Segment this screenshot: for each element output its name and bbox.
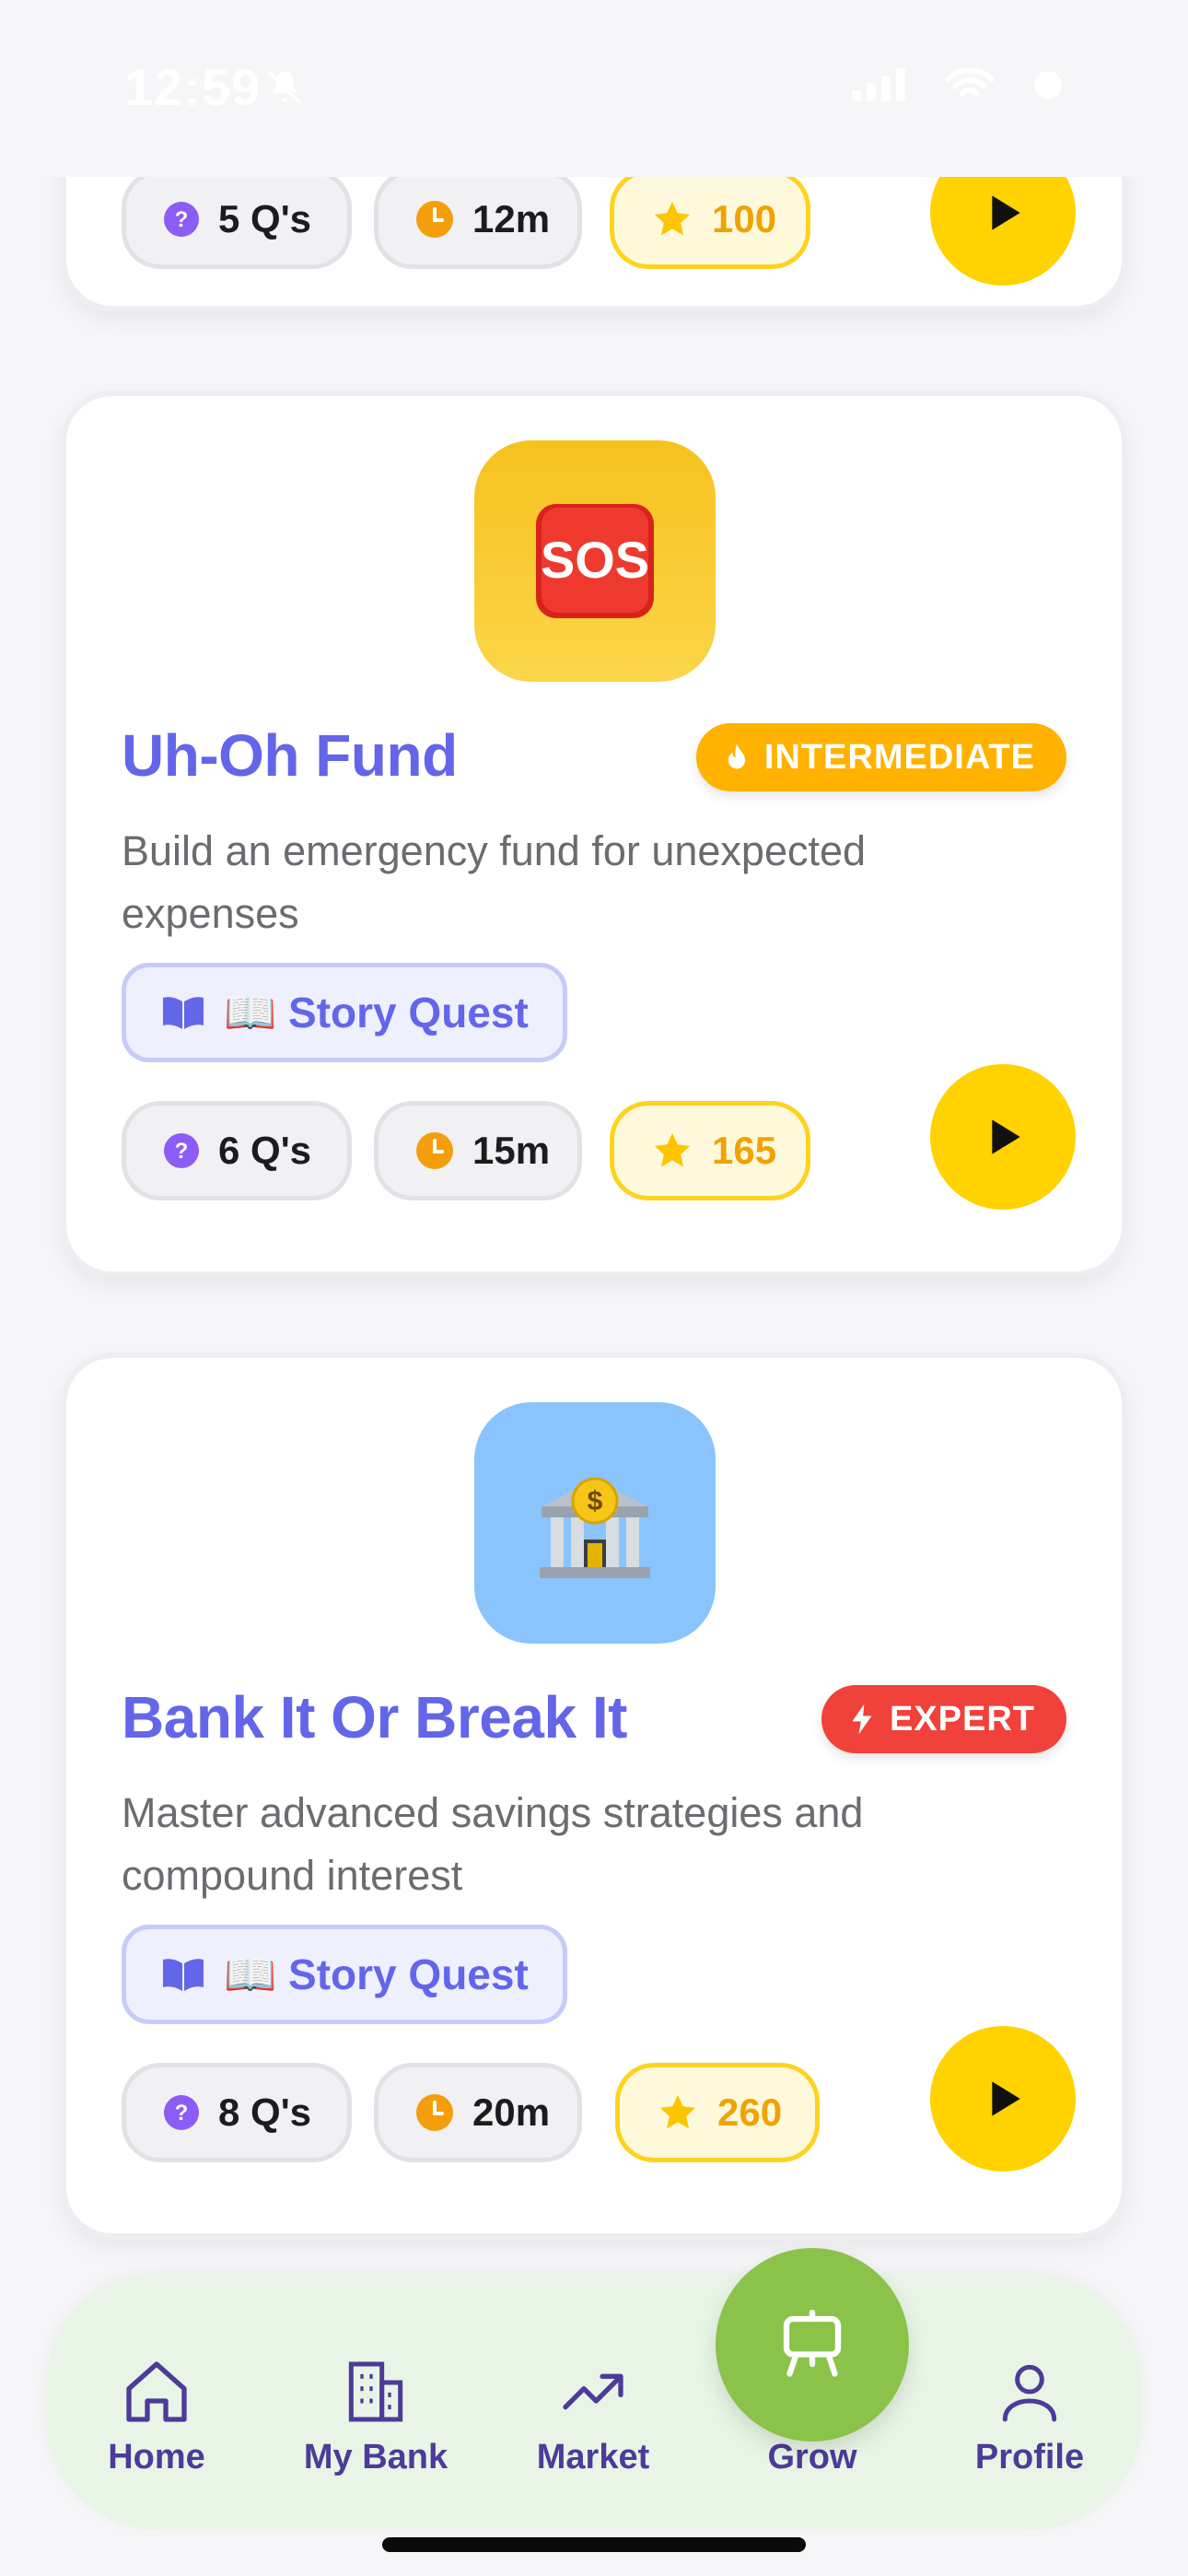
play-icon [992, 195, 1020, 230]
time-pill: 20m [374, 2063, 582, 2162]
time-pill: 12m [374, 170, 582, 269]
quest-description: Master advanced savings strategies and c… [122, 1789, 864, 1899]
questions-count: 8 Q's [218, 2090, 312, 2134]
sos-icon: SOS [536, 504, 654, 618]
tab-market[interactable]: Market [501, 2355, 685, 2477]
home-icon [126, 2361, 187, 2422]
trending-up-icon [563, 2373, 623, 2410]
quest-description: Build an emergency fund for unexpected e… [122, 827, 867, 937]
bank-icon: $ [540, 1477, 650, 1578]
tab-profile[interactable]: Profile [938, 2355, 1122, 2477]
play-button[interactable] [930, 1064, 1076, 1210]
status-icons [852, 66, 1064, 103]
points-value: 260 [717, 2090, 783, 2134]
questions-pill: ? 5 Q's [122, 170, 352, 269]
tab-home[interactable]: Home [64, 2355, 249, 2477]
wifi-icon [945, 67, 995, 97]
quest-title: Uh-Oh Fund [122, 722, 458, 789]
svg-text:?: ? [175, 2101, 189, 2125]
level-label: EXPERT [889, 1699, 1035, 1739]
book-icon [163, 1959, 204, 1991]
svg-text:?: ? [175, 207, 189, 232]
clock-icon [416, 201, 453, 238]
quest-card[interactable]: SOS Uh-Oh Fund INTERMEDIATE Build an eme… [61, 391, 1127, 1277]
questions-count: 6 Q's [218, 1129, 312, 1172]
star-icon [654, 1132, 691, 1167]
sos-text: SOS [541, 531, 649, 589]
time-pill: 15m [374, 1101, 582, 1200]
play-button[interactable] [930, 2026, 1076, 2172]
time-estimate: 20m [472, 2090, 551, 2134]
questions-pill: ? 8 Q's [122, 2063, 352, 2162]
time-estimate: 15m [472, 1129, 551, 1172]
clock-icon [416, 2094, 453, 2131]
points-value: 165 [712, 1129, 777, 1172]
question-icon: ? [164, 202, 199, 237]
question-icon: ? [164, 2095, 199, 2130]
points-pill: 260 [615, 2063, 820, 2162]
svg-text:?: ? [175, 1139, 189, 1164]
tab-my-bank-label: My Bank [303, 2438, 448, 2476]
story-quest-label: 📖 Story Quest [224, 1950, 529, 1998]
story-quest-tag: 📖 Story Quest [122, 963, 567, 1062]
play-icon [992, 1119, 1020, 1154]
flame-icon [728, 744, 745, 769]
clock-icon [416, 1132, 453, 1169]
quest-card[interactable]: $ Bank It Or Break It EXPERT Master adva… [61, 1352, 1127, 2239]
svg-text:$: $ [588, 1486, 603, 1516]
story-quest-label: 📖 Story Quest [224, 988, 529, 1036]
question-icon: ? [164, 1133, 199, 1168]
battery-icon [1034, 71, 1062, 99]
level-badge: EXPERT [821, 1685, 1066, 1753]
lightning-icon [852, 1704, 872, 1735]
points-pill: 165 [610, 1101, 810, 1200]
play-icon [992, 2081, 1020, 2116]
tab-market-label: Market [536, 2438, 650, 2476]
questions-count: 5 Q's [218, 197, 312, 240]
star-icon [659, 2094, 696, 2129]
tab-grow-label: Grow [767, 2438, 857, 2476]
book-icon [163, 997, 204, 1029]
grow-button[interactable] [716, 2248, 909, 2441]
profile-icon [1002, 2364, 1057, 2422]
star-icon [654, 201, 691, 236]
questions-pill: ? 6 Q's [122, 1101, 352, 1200]
points-pill: 100 [610, 170, 810, 269]
bell-muted-icon [267, 70, 302, 105]
tab-home-label: Home [108, 2438, 205, 2476]
signal-icon [852, 68, 905, 101]
tab-my-bank[interactable]: My Bank [284, 2355, 468, 2477]
quest-icon-tile: SOS [474, 440, 716, 682]
points-value: 100 [712, 197, 777, 240]
tab-profile-label: Profile [974, 2438, 1085, 2476]
quest-title: Bank It Or Break It [122, 1684, 627, 1751]
bottom-tab-bar: Home My Bank Market Grow Profile [46, 2274, 1142, 2530]
level-label: INTERMEDIATE [763, 737, 1035, 777]
status-bar: 12:59 [0, 0, 1188, 177]
status-time: 12:59 [124, 58, 262, 116]
level-badge: INTERMEDIATE [695, 723, 1066, 791]
quest-icon-tile: $ [474, 1402, 716, 1644]
time-estimate: 12m [472, 197, 551, 240]
story-quest-tag: 📖 Story Quest [122, 1925, 567, 2024]
building-icon [348, 2361, 403, 2422]
easel-icon [783, 2309, 842, 2377]
home-indicator [382, 2537, 806, 2552]
